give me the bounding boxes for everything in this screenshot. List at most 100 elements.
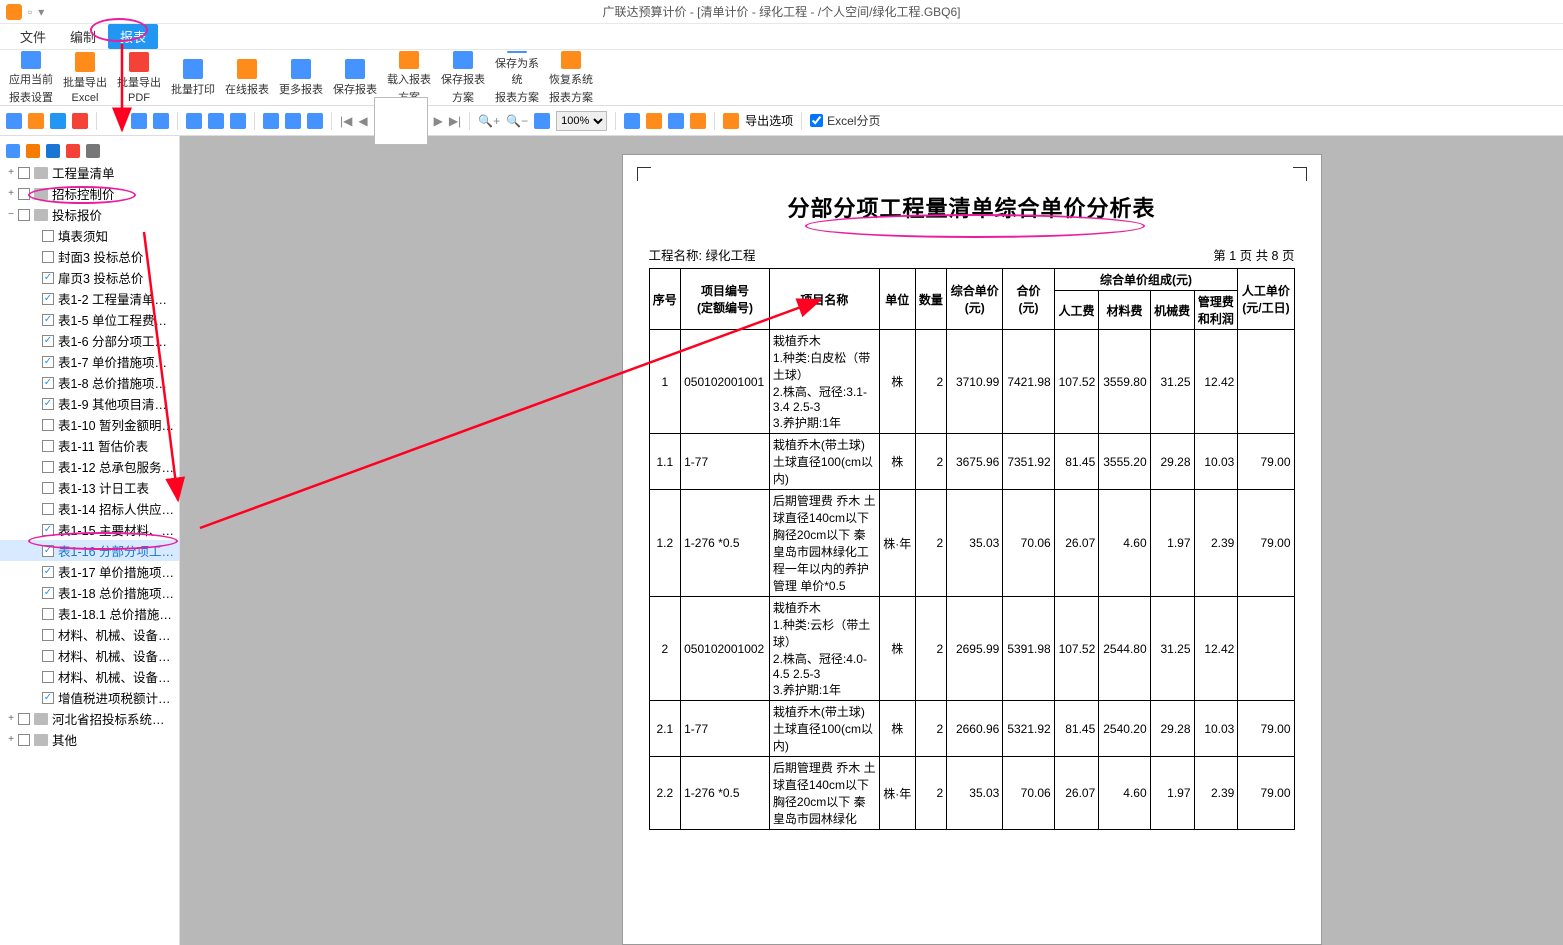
tree-tool-icon[interactable] — [46, 144, 60, 158]
checkbox[interactable]: ✓ — [42, 335, 54, 347]
tool-icon[interactable] — [72, 113, 88, 129]
tree-item[interactable]: 封面3 投标总价 — [0, 246, 179, 267]
checkbox[interactable] — [18, 209, 30, 221]
checkbox[interactable]: ✓ — [42, 293, 54, 305]
checkbox[interactable] — [42, 440, 54, 452]
last-page-icon[interactable]: ▶| — [449, 114, 461, 128]
checkbox[interactable] — [42, 629, 54, 641]
tree-item[interactable]: +河北省招投标系统… — [0, 708, 179, 729]
tree-item[interactable]: ✓表1-18 总价措施项… — [0, 582, 179, 603]
tool-icon[interactable] — [263, 113, 279, 129]
qa-icon2[interactable]: ▾ — [38, 5, 44, 19]
checkbox[interactable]: ✓ — [42, 545, 54, 557]
tree-item[interactable]: 材料、机械、设备… — [0, 666, 179, 687]
tree-tool-icon[interactable] — [86, 144, 100, 158]
tree-tool-icon[interactable] — [66, 144, 80, 158]
checkbox[interactable] — [42, 671, 54, 683]
zoom-select[interactable]: 100% — [556, 111, 607, 131]
tree-item[interactable]: ✓增值税进项税额计… — [0, 687, 179, 708]
tree-item[interactable]: 表1-18.1 总价措施… — [0, 603, 179, 624]
tree-item[interactable]: ✓表1-16 分部分项工… — [0, 540, 179, 561]
tree-item[interactable]: ✓表1-6 分部分项工… — [0, 330, 179, 351]
tool-icon[interactable] — [50, 113, 66, 129]
checkbox[interactable] — [42, 419, 54, 431]
tool-icon[interactable] — [646, 113, 662, 129]
tool-icon[interactable] — [230, 113, 246, 129]
checkbox[interactable]: ✓ — [42, 524, 54, 536]
checkbox[interactable] — [18, 734, 30, 746]
checkbox[interactable] — [42, 482, 54, 494]
tree-item[interactable]: 填表须知 — [0, 225, 179, 246]
tree-item[interactable]: ✓扉页3 投标总价 — [0, 267, 179, 288]
tree-item[interactable]: 表1-11 暂估价表 — [0, 435, 179, 456]
tree-tool-icon[interactable] — [6, 144, 20, 158]
next-page-icon[interactable]: ▶ — [434, 114, 443, 128]
tree-item[interactable]: −投标报价 — [0, 204, 179, 225]
ribbon-btn-1[interactable]: 批量导出Excel — [58, 51, 112, 105]
tool-icon[interactable] — [131, 113, 147, 129]
tool-icon[interactable] — [28, 113, 44, 129]
tree-item[interactable]: +其他 — [0, 729, 179, 750]
checkbox[interactable] — [18, 188, 30, 200]
prev-page-icon[interactable]: ◀ — [358, 114, 367, 128]
tool-icon[interactable] — [690, 113, 706, 129]
checkbox[interactable] — [42, 251, 54, 263]
checkbox[interactable]: ✓ — [42, 692, 54, 704]
checkbox[interactable] — [42, 230, 54, 242]
checkbox[interactable] — [42, 461, 54, 473]
expand-icon[interactable]: + — [6, 167, 16, 178]
first-page-icon[interactable]: |◀ — [340, 114, 352, 128]
export-options[interactable]: 导出选项 — [745, 112, 793, 129]
tool-icon[interactable] — [668, 113, 684, 129]
tree-tool-icon[interactable] — [26, 144, 40, 158]
export-icon[interactable] — [723, 113, 739, 129]
tree-item[interactable]: 表1-10 暂列金额明… — [0, 414, 179, 435]
zoom-in-icon[interactable]: 🔍+ — [478, 114, 500, 128]
tree-item[interactable]: ✓表1-17 单价措施项… — [0, 561, 179, 582]
checkbox[interactable] — [42, 503, 54, 515]
tool-icon[interactable] — [534, 113, 550, 129]
excel-paging-checkbox[interactable]: Excel分页 — [810, 112, 880, 129]
menu-edit[interactable]: 编制 — [58, 24, 108, 49]
tree-item[interactable]: 材料、机械、设备… — [0, 624, 179, 645]
tree-item[interactable]: 材料、机械、设备… — [0, 645, 179, 666]
tree-item[interactable]: +工程量清单 — [0, 162, 179, 183]
checkbox[interactable]: ✓ — [42, 398, 54, 410]
tool-icon[interactable] — [186, 113, 202, 129]
expand-icon[interactable]: + — [6, 713, 16, 724]
menu-file[interactable]: 文件 — [8, 24, 58, 49]
page-input[interactable] — [374, 97, 428, 145]
tool-icon[interactable] — [153, 113, 169, 129]
qa-icon[interactable]: ▫ — [28, 5, 32, 19]
checkbox[interactable] — [42, 650, 54, 662]
checkbox[interactable] — [18, 167, 30, 179]
ribbon-btn-0[interactable]: 应用当前报表设置 — [4, 51, 58, 105]
tree-item[interactable]: ✓表1-15 主要材料、… — [0, 519, 179, 540]
tree-item[interactable]: 表1-13 计日工表 — [0, 477, 179, 498]
expand-icon[interactable]: − — [6, 209, 16, 220]
tool-icon[interactable] — [208, 113, 224, 129]
tree-item[interactable]: 表1-12 总承包服务… — [0, 456, 179, 477]
tree-item[interactable]: ✓表1-5 单位工程费… — [0, 309, 179, 330]
tool-icon[interactable] — [6, 113, 22, 129]
tree-item[interactable]: 表1-14 招标人供应… — [0, 498, 179, 519]
zoom-out-icon[interactable]: 🔍− — [506, 114, 528, 128]
tree-item[interactable]: ✓表1-7 单价措施项… — [0, 351, 179, 372]
checkbox[interactable] — [18, 713, 30, 725]
tree-item[interactable]: ✓表1-8 总价措施项… — [0, 372, 179, 393]
checkbox[interactable]: ✓ — [42, 314, 54, 326]
tool-icon[interactable] — [307, 113, 323, 129]
tree-item[interactable]: +招标控制价 — [0, 183, 179, 204]
checkbox[interactable] — [42, 608, 54, 620]
expand-icon[interactable]: + — [6, 734, 16, 745]
checkbox[interactable]: ✓ — [42, 356, 54, 368]
tree-item[interactable]: ✓表1-2 工程量清单… — [0, 288, 179, 309]
tool-icon[interactable] — [285, 113, 301, 129]
checkbox[interactable]: ✓ — [42, 587, 54, 599]
tool-icon[interactable] — [624, 113, 640, 129]
expand-icon[interactable]: + — [6, 188, 16, 199]
checkbox[interactable]: ✓ — [42, 272, 54, 284]
menu-report[interactable]: 报表 — [108, 24, 158, 49]
checkbox[interactable]: ✓ — [42, 377, 54, 389]
tree-item[interactable]: ✓表1-9 其他项目清… — [0, 393, 179, 414]
